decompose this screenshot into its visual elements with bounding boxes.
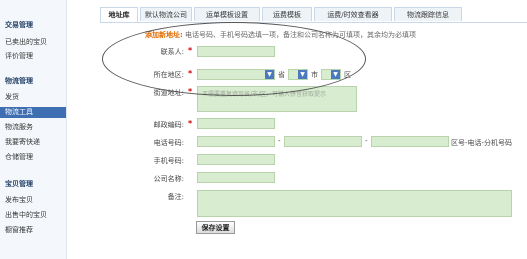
- tab-waybill-template[interactable]: 运单模板设置: [194, 7, 260, 21]
- remark-textarea[interactable]: [197, 190, 512, 217]
- hint-text: 电话号码、手机号码选填一项，备注和公司名称为可填项，其余均为必填项: [185, 31, 417, 39]
- phone-separator: -: [278, 137, 281, 145]
- sidebar-group-title: 宝贝管理: [5, 180, 33, 188]
- postcode-input[interactable]: [197, 118, 275, 129]
- phone-label: 电话号码:: [153, 139, 184, 147]
- postcode-label: 邮政编码:: [153, 121, 184, 129]
- sidebar-group-title: 物流管理: [5, 77, 33, 85]
- sidebar-item-logistics-tools[interactable]: 物流工具: [0, 107, 66, 118]
- mobile-input[interactable]: [197, 154, 275, 165]
- required-mark: *: [188, 69, 193, 78]
- company-input[interactable]: [197, 172, 275, 183]
- sidebar-nav: 交易管理 已卖出的宝贝 评价管理 物流管理 发货 物流工具 物流服务 我要寄快递…: [0, 0, 67, 259]
- province-unit: 省: [278, 71, 285, 79]
- district-unit: 区: [344, 71, 351, 79]
- phone-separator: -: [365, 137, 368, 145]
- contact-label: 联系人:: [160, 48, 184, 56]
- region-label: 所在地区:: [153, 71, 184, 79]
- contact-input[interactable]: [197, 46, 275, 57]
- chevron-down-icon: ▼: [298, 70, 307, 79]
- tab-bar: 地址库 默认物流公司 运单模板设置 运费模板 运费/时效查看器 物流跟踪信息: [100, 4, 527, 23]
- form-hint: 添加新地址: 电话号码、手机号码选填一项，备注和公司名称为可填项，其余均为必填项: [145, 30, 416, 40]
- chevron-down-icon: ▼: [331, 70, 340, 79]
- sidebar-item-ship[interactable]: 发货: [5, 92, 61, 103]
- street-placeholder: 不需要重复填写省/市/区，可输入拼音获取提示: [202, 91, 327, 98]
- province-select[interactable]: ▼: [197, 69, 275, 80]
- remark-label: 备注:: [167, 193, 184, 201]
- save-button[interactable]: 保存设置: [196, 221, 235, 234]
- street-address-input[interactable]: 不需要重复填写省/市/区，可输入拼音获取提示: [197, 86, 357, 112]
- tab-address-book[interactable]: 地址库: [100, 7, 138, 22]
- district-select[interactable]: ▼: [321, 69, 341, 80]
- mobile-label: 手机号码:: [153, 157, 184, 165]
- sidebar-item-publish[interactable]: 发布宝贝: [5, 195, 61, 206]
- sidebar-item-sold-items[interactable]: 已卖出的宝贝: [5, 37, 61, 48]
- sidebar-item-logistics-service[interactable]: 物流服务: [5, 122, 61, 133]
- tab-default-carrier[interactable]: 默认物流公司: [140, 7, 192, 21]
- phone-extension-input[interactable]: [371, 136, 449, 147]
- city-unit: 市: [311, 71, 318, 79]
- sidebar-item-showcase[interactable]: 橱窗推荐: [5, 225, 61, 236]
- tab-tracking-info[interactable]: 物流跟踪信息: [394, 7, 462, 21]
- required-mark: *: [188, 119, 193, 128]
- tab-cost-viewer[interactable]: 运费/时效查看器: [314, 7, 392, 21]
- sidebar-group-title: 交易管理: [5, 21, 33, 29]
- chevron-down-icon: ▼: [265, 70, 274, 79]
- street-label: 街道地址:: [153, 89, 184, 97]
- sidebar-item-warehouse[interactable]: 仓储管理: [5, 152, 61, 163]
- sidebar-item-on-sale[interactable]: 出售中的宝贝: [5, 210, 61, 221]
- phone-area-code-input[interactable]: [197, 136, 275, 147]
- city-select[interactable]: ▼: [288, 69, 308, 80]
- company-label: 公司名称:: [153, 175, 184, 183]
- sidebar-item-reviews[interactable]: 评价管理: [5, 51, 61, 62]
- required-mark: *: [188, 87, 193, 96]
- required-mark: *: [188, 46, 193, 55]
- phone-number-input[interactable]: [284, 136, 362, 147]
- phone-format-hint: 区号-电话-分机号码: [451, 139, 513, 147]
- sidebar-item-send-express[interactable]: 我要寄快递: [5, 137, 61, 148]
- hint-label: 添加新地址:: [145, 31, 183, 39]
- tab-shipping-template[interactable]: 运费模板: [262, 7, 312, 21]
